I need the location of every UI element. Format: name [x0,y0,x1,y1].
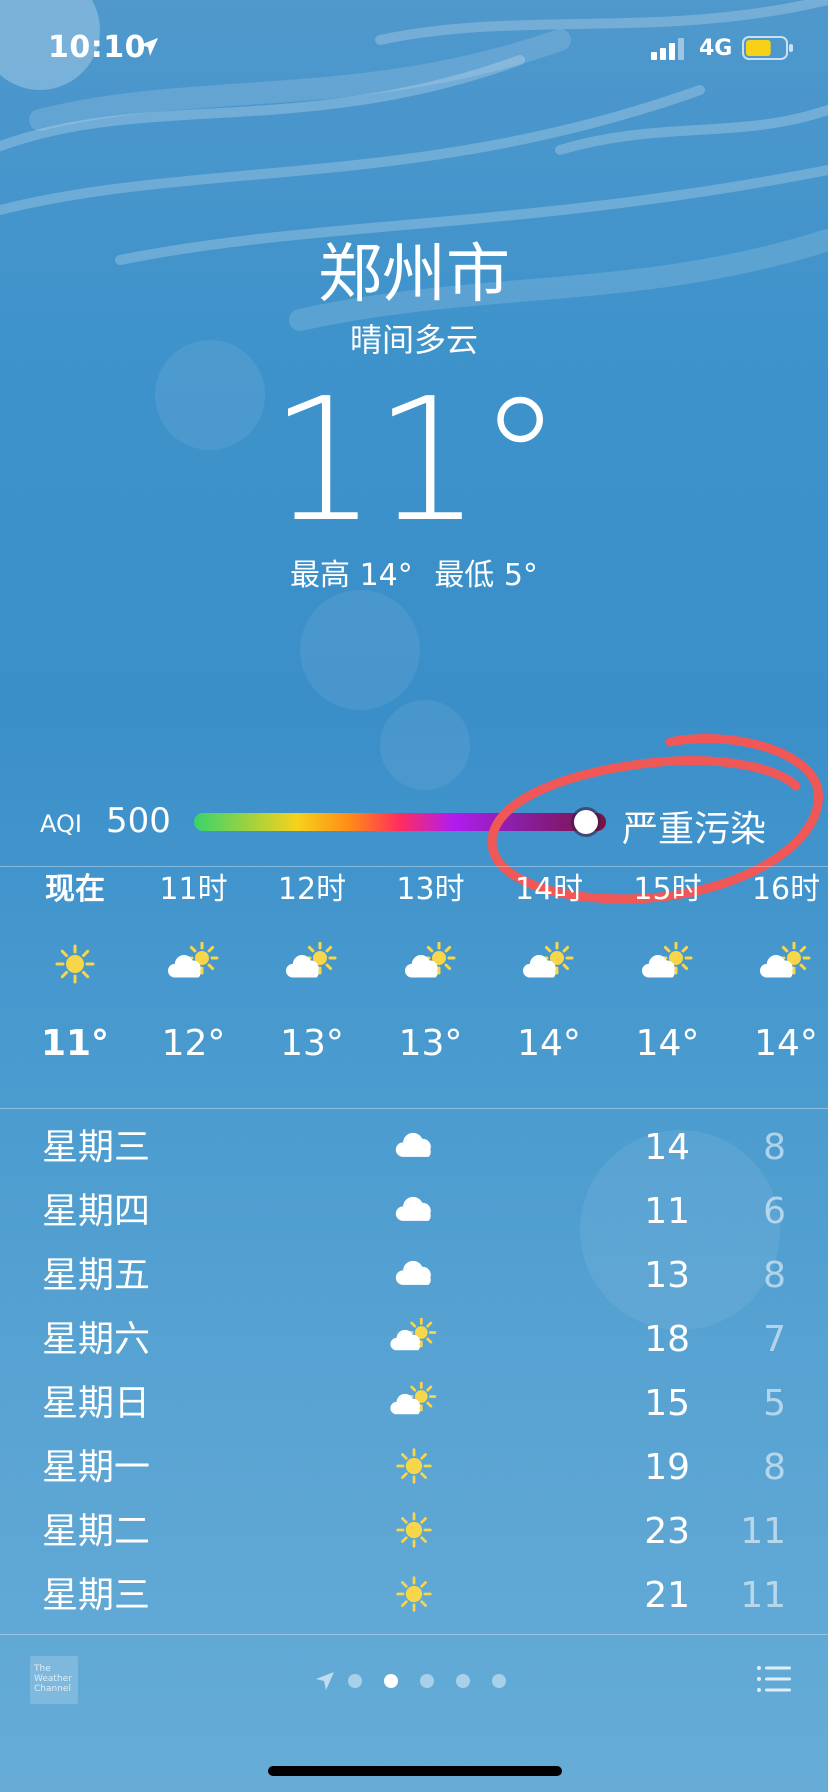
daily-row: 星期一 19 8 [0,1436,828,1500]
sun-icon [396,1576,432,1612]
day-low-temperature: 7 [763,1319,786,1360]
sun-icon [55,944,95,984]
day-low-temperature: 6 [763,1191,786,1232]
hourly-item: 15时 14° [609,870,727,1066]
page-dot[interactable] [348,1674,362,1688]
aqi-value: 500 [106,801,171,841]
day-low-temperature: 8 [763,1255,786,1296]
high-low-temperature: 最高 14° 最低 5° [0,556,828,596]
partly-cloudy-icon [760,942,811,978]
city-name: 郑州市 [318,238,510,312]
day-low-temperature: 5 [763,1383,786,1424]
hourly-time: 12时 [277,872,347,907]
low-temperature: 最低 5° [434,558,538,593]
signal-strength-icon [651,38,684,60]
page-dot[interactable] [492,1674,506,1688]
hourly-item: 11时 12° [135,870,253,1066]
page-dot[interactable] [384,1674,398,1688]
hourly-temperature: 13° [398,1023,463,1064]
cloud-icon [395,1260,431,1285]
daily-row: 星期四 11 6 [0,1180,828,1244]
day-name: 星期日 [42,1383,151,1424]
hourly-time: 14时 [514,872,584,907]
divider [0,1634,828,1635]
daily-row: 星期三 14 8 [0,1116,828,1180]
hourly-item: 12时 13° [253,870,371,1066]
lens-flare [300,590,420,710]
daily-row: 星期日 15 5 [0,1372,828,1436]
day-name: 星期六 [42,1319,151,1360]
home-indicator[interactable] [268,1766,562,1776]
divider [0,866,828,867]
day-name: 星期三 [42,1127,151,1168]
hourly-item: 16时 14° [727,870,828,1066]
day-low-temperature: 8 [763,1447,786,1488]
day-high-temperature: 13 [644,1255,690,1296]
daily-forecast[interactable]: 星期三 14 8 星期四 11 6 星期五 13 8 星期六 18 7 星期日 15 5 星期一 19 8 星期二 2… [0,1116,828,1628]
day-low-temperature: 11 [740,1575,786,1616]
hourly-time: 15时 [633,872,702,907]
hourly-time: 现在 [45,872,105,907]
lens-flare [380,700,470,790]
partly-cloudy-icon [390,1382,437,1415]
hourly-temperature: 13° [280,1023,344,1064]
day-low-temperature: 8 [763,1127,786,1168]
hourly-time: 16时 [751,872,821,907]
day-high-temperature: 19 [644,1447,690,1488]
daily-row: 星期三 21 11 [0,1564,828,1628]
divider [0,1108,828,1109]
day-high-temperature: 23 [644,1511,690,1552]
status-bar: 10:10 4G [0,0,828,100]
partly-cloudy-icon [641,942,692,978]
day-name: 星期一 [42,1447,151,1488]
day-name: 星期四 [42,1191,151,1232]
partly-cloudy-icon [390,1318,437,1351]
hourly-item: 现在 11° [16,870,134,1066]
hourly-temperature: 12° [161,1023,226,1064]
city-list-icon[interactable] [756,1664,792,1694]
day-high-temperature: 14 [644,1127,690,1168]
partly-cloudy-icon [404,942,455,978]
day-name: 星期三 [42,1575,151,1616]
day-high-temperature: 21 [644,1575,690,1616]
daily-row: 星期五 13 8 [0,1244,828,1308]
sun-icon [396,1512,432,1548]
weather-channel-logo[interactable]: The Weather Channel [30,1656,78,1704]
partly-cloudy-icon [523,942,574,978]
partly-cloudy-icon [286,942,337,978]
hourly-time: 11时 [159,872,228,907]
current-location-icon [316,1672,334,1690]
day-high-temperature: 18 [644,1319,690,1360]
partly-cloudy-icon [167,942,218,978]
status-time: 10:10 [48,30,146,65]
weather-condition: 晴间多云 [349,321,478,359]
day-name: 星期五 [42,1255,151,1296]
current-temperature: 11° [269,362,562,560]
hourly-temperature: 14° [517,1023,581,1064]
hourly-time: 13时 [396,872,465,907]
cloud-icon [395,1132,431,1157]
day-name: 星期二 [42,1511,151,1552]
hourly-temperature: 11° [40,1023,110,1064]
day-low-temperature: 11 [740,1511,786,1552]
page-indicator[interactable] [310,1666,530,1696]
aqi-label: AQI [40,810,82,838]
hourly-item: 13时 13° [372,870,490,1066]
location-arrow-icon [140,38,158,56]
day-high-temperature: 15 [644,1383,690,1424]
hourly-forecast[interactable]: 现在 11° 11时 12° 12时 13° 13时 13° 14时 14° 15时 14° 16时 14… [0,870,828,1100]
daily-row: 星期六 18 7 [0,1308,828,1372]
hourly-temperature: 14° [635,1023,700,1064]
hourly-temperature: 14° [754,1023,818,1064]
page-dot[interactable] [420,1674,434,1688]
sun-icon [396,1448,432,1484]
hourly-item: 14时 14° [490,870,608,1066]
cloud-icon [395,1196,431,1221]
high-temperature: 最高 14° [290,558,413,593]
battery-icon [742,36,793,60]
day-high-temperature: 11 [644,1191,690,1232]
daily-row: 星期二 23 11 [0,1500,828,1564]
network-type: 4G [699,36,733,61]
page-dot[interactable] [456,1674,470,1688]
